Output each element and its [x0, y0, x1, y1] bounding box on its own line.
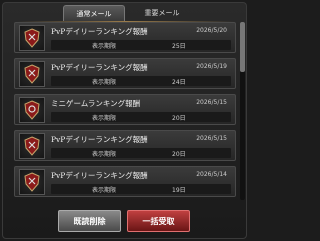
- mail-title: PvPデイリーランキング報酬: [51, 27, 148, 36]
- period-value: 20日: [172, 151, 186, 158]
- mail-list-scrollbar[interactable]: [240, 22, 245, 200]
- mail-item[interactable]: ミニゲームランキング報酬 2026/5/15 表示期限 20日: [14, 94, 236, 125]
- tab-normal-mail[interactable]: 通常メール: [63, 5, 125, 21]
- period-value: 19日: [172, 187, 186, 194]
- minigame-emblem-icon: [19, 97, 45, 123]
- period-value: 24日: [172, 79, 186, 86]
- mail-item[interactable]: PvPデイリーランキング報酬 2026/5/14 表示期限 19日: [14, 166, 236, 197]
- period-label: 表示期限: [92, 187, 117, 194]
- mail-title: PvPデイリーランキング報酬: [51, 63, 148, 72]
- mail-date: 2026/5/19: [196, 63, 227, 70]
- mail-item[interactable]: PvPデイリーランキング報酬 2026/5/15 表示期限 20日: [14, 130, 236, 161]
- period-bar: [51, 40, 231, 50]
- tab-important-mail[interactable]: 重要メール: [131, 5, 193, 21]
- delete-read-button[interactable]: 既読削除: [58, 210, 121, 232]
- mail-tabs: 通常メール 重要メール: [63, 5, 193, 21]
- period-label: 表示期限: [92, 79, 117, 86]
- mail-list[interactable]: PvPデイリーランキング報酬 2026/5/20 表示期限 25日 PvPデイリ…: [14, 22, 238, 200]
- period-value: 20日: [172, 115, 186, 122]
- mail-date: 2026/5/20: [196, 27, 227, 34]
- period-bar: [51, 148, 231, 158]
- mail-date: 2026/5/15: [196, 99, 227, 106]
- period-bar: [51, 112, 231, 122]
- mail-date: 2026/5/15: [196, 135, 227, 142]
- mail-title: PvPデイリーランキング報酬: [51, 171, 148, 180]
- period-label: 表示期限: [92, 151, 117, 158]
- mail-item[interactable]: PvPデイリーランキング報酬 2026/5/19 表示期限 24日: [14, 58, 236, 89]
- mail-title: PvPデイリーランキング報酬: [51, 135, 148, 144]
- period-label: 表示期限: [92, 43, 117, 50]
- scroll-thumb[interactable]: [240, 22, 245, 72]
- mail-title: ミニゲームランキング報酬: [51, 99, 141, 108]
- pvp-emblem-icon: [19, 169, 45, 195]
- period-bar: [51, 76, 231, 86]
- mail-date: 2026/5/14: [196, 171, 227, 178]
- period-label: 表示期限: [92, 115, 117, 122]
- mail-item[interactable]: PvPデイリーランキング報酬 2026/5/20 表示期限 25日: [14, 22, 236, 53]
- pvp-emblem-icon: [19, 133, 45, 159]
- receive-all-button[interactable]: 一括受取: [127, 210, 190, 232]
- period-value: 25日: [172, 43, 186, 50]
- pvp-emblem-icon: [19, 61, 45, 87]
- period-bar: [51, 184, 231, 194]
- pvp-emblem-icon: [19, 25, 45, 51]
